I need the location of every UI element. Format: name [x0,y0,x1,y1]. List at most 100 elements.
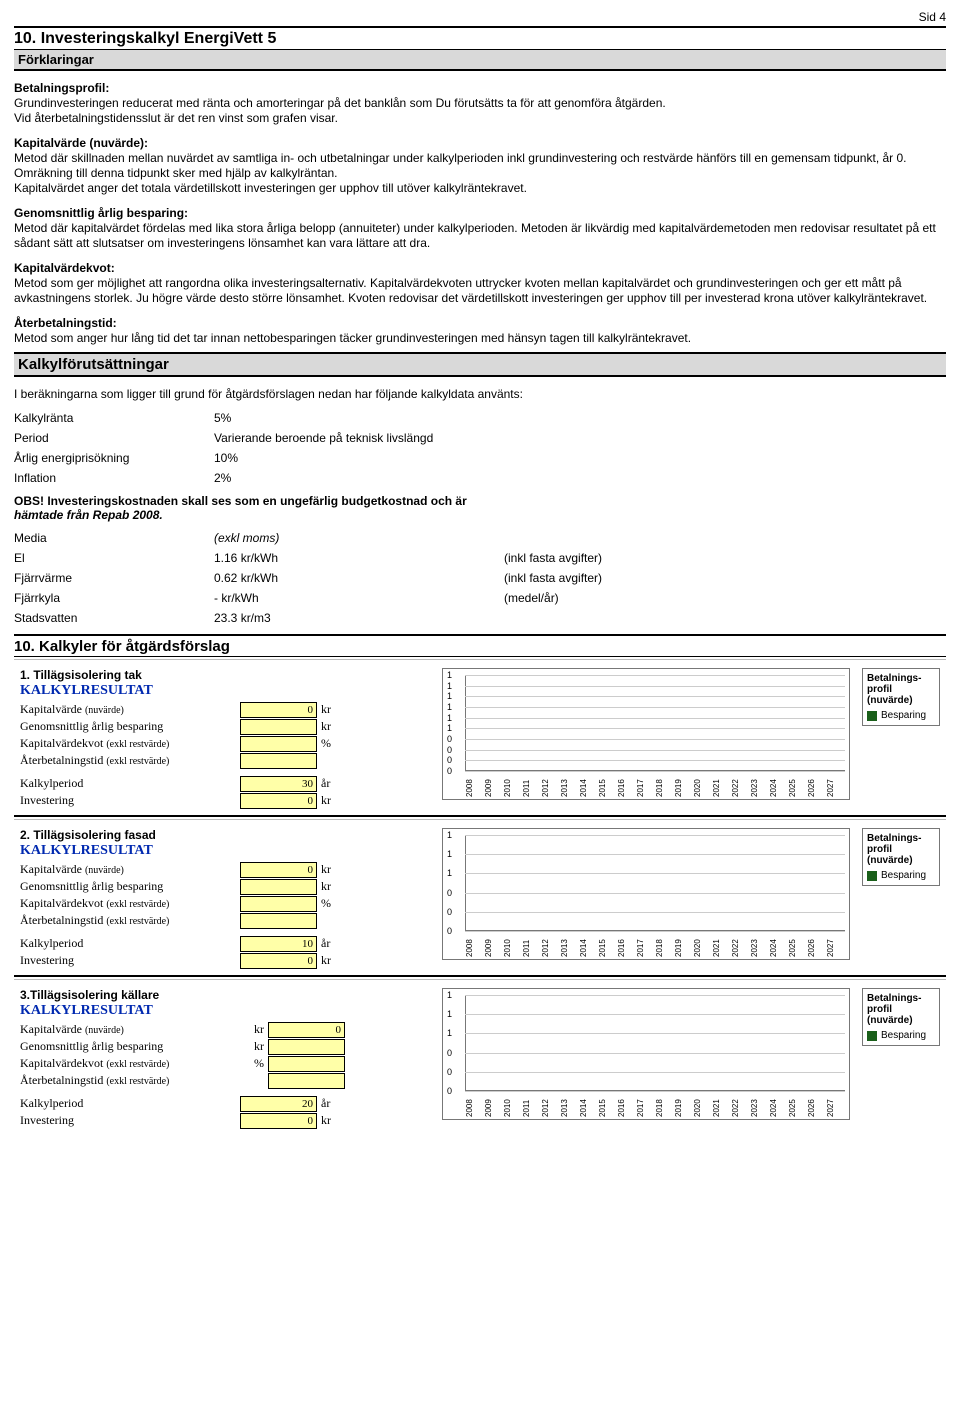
note-bold-italic: hämtade från Repab 2008. [14,508,946,522]
legend-label: Besparing [881,1030,926,1041]
chart-2: 1110002008200920102011201220132014201520… [442,828,850,960]
x-tick: 2024 [769,773,788,797]
y-tick: 0 [447,1048,452,1058]
x-tick: 2027 [826,933,845,957]
x-tick: 2018 [655,1093,674,1117]
unit: kr [317,879,349,894]
value-box [268,1056,345,1072]
y-tick: 0 [447,755,452,765]
x-tick: 2008 [465,773,484,797]
sublabel: (exkl restvärde) [106,899,169,910]
page-number: Sid 4 [14,10,946,24]
label: Genomsnittlig årlig besparing [20,719,240,734]
unit: år [317,776,349,791]
value-box: 20 [240,1096,317,1112]
x-tick: 2022 [731,933,750,957]
label: Fjärrkyla [14,591,214,605]
value-box: 0 [268,1022,345,1038]
legend-label: Besparing [881,870,926,881]
heading-kapitalvarde: Kapitalvärde (nuvärde): [14,136,148,150]
sublabel: (exkl restvärde) [106,739,169,750]
y-tick: 0 [447,907,452,917]
unit: kr [317,702,349,717]
x-tick: 2021 [712,773,731,797]
legend-title: Betalnings-profil (nuvärde) [867,993,935,1026]
value: Varierande beroende på teknisk livslängd [214,431,504,445]
y-tick: 0 [447,926,452,936]
x-tick: 2025 [788,1093,807,1117]
text: Grundinvesteringen reducerat med ränta o… [14,96,666,110]
paragraph-aterbetalningstid: Återbetalningstid: Metod som anger hur l… [14,316,946,346]
paragraph-genomsnittlig: Genomsnittlig årlig besparing: Metod där… [14,206,946,251]
x-tick: 2027 [826,773,845,797]
label: Årlig energiprisökning [14,451,214,465]
label: Kalkylperiod [20,776,240,791]
value: 5% [214,411,504,425]
label: Period [14,431,214,445]
x-tick: 2016 [617,773,636,797]
sublabel: (nuvärde) [85,1025,124,1036]
sublabel: (nuvärde) [85,705,124,716]
x-tick: 2012 [541,1093,560,1117]
value-box [268,1073,345,1089]
sublabel: (exkl restvärde) [106,1076,169,1087]
x-tick: 2027 [826,1093,845,1117]
unit: kr [240,1022,268,1037]
label: Återbetalningstid [20,1073,103,1087]
x-tick: 2016 [617,933,636,957]
label: Inflation [14,471,214,485]
card-title: 3.Tillägsisolering källare [20,988,430,1002]
y-tick: 0 [447,745,452,755]
unit: % [317,896,349,911]
label: Kapitalvärde [20,1022,82,1036]
legend: Betalnings-profil (nuvärde) Besparing [862,668,940,726]
calc-card-3: 3.Tillägsisolering källare KALKYLRESULTA… [14,980,946,1135]
label: Kapitalvärdekvot [20,736,103,750]
x-tick: 2025 [788,773,807,797]
text: Kapitalvärdet anger det totala värdetill… [14,181,527,195]
label: Kalkylperiod [20,936,240,951]
value-box: 10 [240,936,317,952]
card-title: 1. Tillägsisolering tak [20,668,430,682]
sublabel: (exkl restvärde) [106,1059,169,1070]
value-box [240,913,317,929]
label: Stadsvatten [14,611,214,625]
y-tick: 1 [447,849,452,859]
value: 2% [214,471,504,485]
label: Fjärrvärme [14,571,214,585]
x-tick: 2011 [522,1093,541,1117]
x-tick: 2017 [636,933,655,957]
value: - kr/kWh [214,591,504,605]
heading-genomsnittlig: Genomsnittlig årlig besparing: [14,206,188,220]
unit: kr [317,793,349,808]
section-header-kalkylforutsattningar: Kalkylförutsättningar [14,352,946,377]
text: Metod där skillnaden mellan nuvärdet av … [14,151,907,180]
x-tick: 2017 [636,1093,655,1117]
value-box: 0 [240,953,317,969]
value-box [240,879,317,895]
y-tick: 1 [447,713,452,723]
x-tick: 2014 [579,1093,598,1117]
heading-aterbetalningstid: Återbetalningstid: [14,316,117,330]
x-tick: 2026 [807,1093,826,1117]
x-tick: 2023 [750,1093,769,1117]
unit: kr [317,719,349,734]
paragraph-kapitalvarde: Kapitalvärde (nuvärde): Metod där skilln… [14,136,946,196]
x-tick: 2018 [655,773,674,797]
x-tick: 2010 [503,1093,522,1117]
label: Genomsnittlig årlig besparing [20,879,240,894]
text: Metod som ger möjlighet att rangordna ol… [14,276,927,305]
x-tick: 2021 [712,1093,731,1117]
note: (inkl fasta avgifter) [504,571,704,585]
legend-swatch-icon [867,1031,877,1041]
x-tick: 2022 [731,1093,750,1117]
legend-swatch-icon [867,711,877,721]
x-tick: 2011 [522,933,541,957]
legend-label: Besparing [881,710,926,721]
x-tick: 2012 [541,773,560,797]
card-heading: KALKYLRESULTAT [20,843,430,859]
sublabel: (nuvärde) [85,865,124,876]
legend-title: Betalnings-profil (nuvärde) [867,833,935,866]
x-tick: 2023 [750,773,769,797]
unit: kr [317,953,349,968]
